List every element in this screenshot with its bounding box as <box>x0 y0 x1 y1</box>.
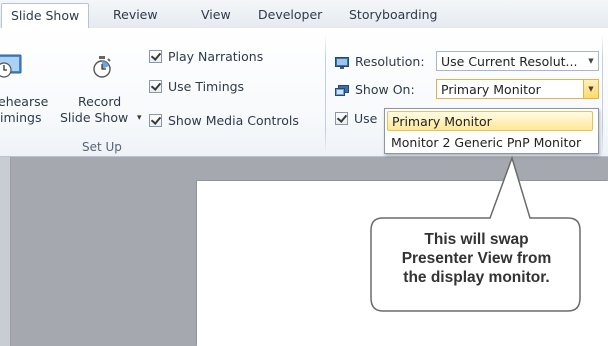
callout-bubble <box>370 155 581 312</box>
callout-line-1: This will swap <box>424 231 529 248</box>
callout-text: This will swap Presenter View from the d… <box>371 230 582 287</box>
callout-line-3: the display monitor. <box>403 269 550 286</box>
callout-line-2: Presenter View from <box>401 250 552 267</box>
